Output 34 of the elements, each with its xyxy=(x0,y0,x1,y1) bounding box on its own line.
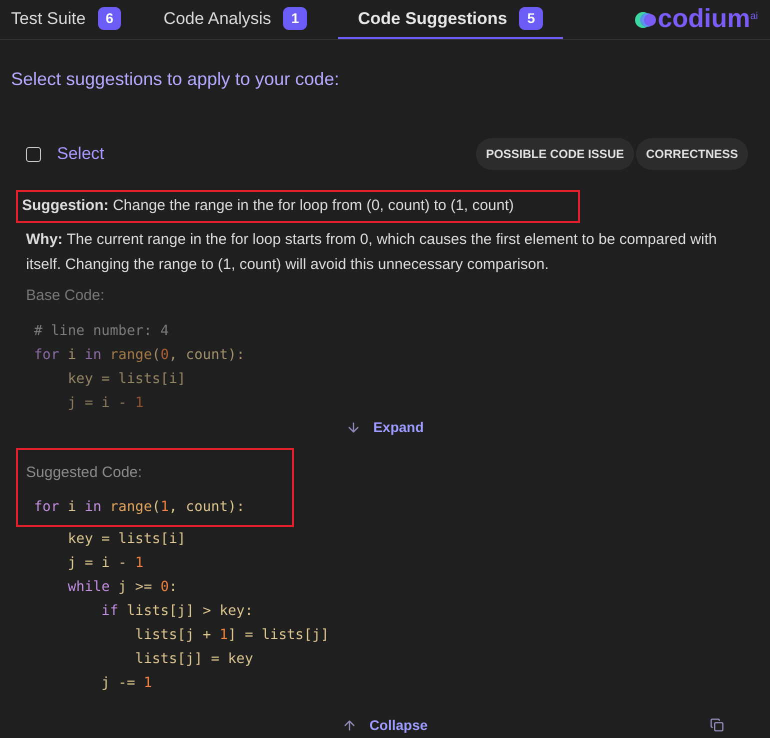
count-badge: 6 xyxy=(98,7,122,30)
count-badge: 1 xyxy=(283,7,307,30)
suggestion-text: Suggestion: Change the range in the for loop from (0, count) to (1, count) xyxy=(22,196,515,216)
suggested-code-label: Suggested Code: xyxy=(25,463,143,483)
logo-text: codium xyxy=(658,4,750,30)
code-line: j = i - 1 xyxy=(66,394,144,413)
toggle-button[interactable]: Expand xyxy=(346,417,424,438)
code-line: if lists[j] > key: xyxy=(100,602,254,620)
code-line: lists[j] = key xyxy=(134,650,254,668)
code-line: # line number: 4 xyxy=(34,322,169,341)
code-line: lists[j + 1] = lists[j] xyxy=(134,626,330,644)
tab[interactable]: Code Analysis 1 xyxy=(152,0,318,39)
logo-superscript: ai xyxy=(750,10,758,24)
select-checkbox[interactable] xyxy=(26,146,41,162)
tag: CORRECTNESS xyxy=(636,138,748,170)
code-line: key = lists[i] xyxy=(66,370,186,389)
count-badge: 5 xyxy=(519,7,544,30)
code-line: for i in range(0, count): xyxy=(34,346,245,365)
code-line: key = lists[i] xyxy=(66,530,186,548)
tab[interactable]: Code Suggestions 5 xyxy=(338,0,564,39)
code-line: for i in range(1, count): xyxy=(34,498,245,516)
tab[interactable]: Test Suite 6 xyxy=(0,0,132,39)
why-text: Why: The current range in the for loop starts from 0, which causes the first element to be compared with itself. Changing the range to (1, count) will avoid this unnecessary comparison. xyxy=(25,230,718,274)
toggle-button[interactable]: Collapse xyxy=(342,714,428,736)
select-label: Select xyxy=(57,143,104,166)
code-line: while j >= 0: xyxy=(66,578,178,596)
code-line: j -= 1 xyxy=(100,674,152,692)
logo-icon xyxy=(634,10,658,28)
page-heading: Select suggestions to apply to your code: xyxy=(11,68,340,91)
copy-icon[interactable] xyxy=(710,718,724,732)
tag: POSSIBLE CODE ISSUE xyxy=(476,138,634,170)
base-code-label: Base Code: xyxy=(25,286,106,306)
arrow-down-icon xyxy=(346,420,362,435)
code-line: j = i - 1 xyxy=(66,554,144,572)
